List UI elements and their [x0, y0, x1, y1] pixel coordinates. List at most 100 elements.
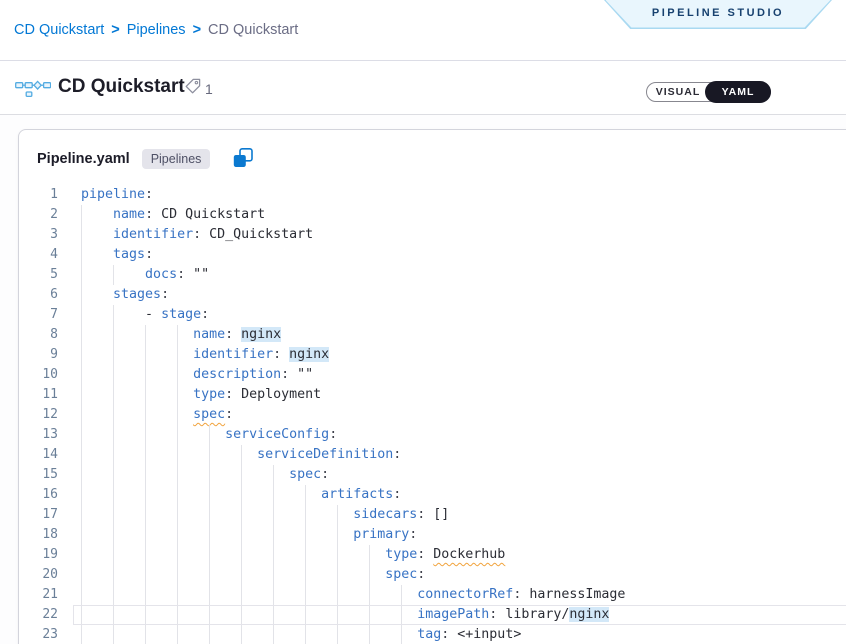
code-line-content[interactable]: identifier: CD_Quickstart	[81, 225, 846, 245]
yaml-token-hl: nginx	[241, 327, 281, 342]
code-line[interactable]: 20 spec:	[19, 565, 846, 585]
yaml-token-key: stage	[161, 307, 201, 322]
code-line-content[interactable]: sidecars: []	[81, 505, 846, 525]
breadcrumb-separator: >	[193, 22, 201, 38]
yaml-token-punc: :	[281, 367, 297, 382]
code-line-content[interactable]: spec:	[81, 565, 846, 585]
indent-spaces	[81, 247, 113, 262]
code-line[interactable]: 7 - stage:	[19, 305, 846, 325]
line-number: 7	[19, 305, 63, 325]
code-line-content[interactable]: description: ""	[81, 365, 846, 385]
code-line-content[interactable]: - stage:	[81, 305, 846, 325]
code-line-content[interactable]: tag: <+input>	[81, 625, 846, 644]
code-line-content[interactable]: tags:	[81, 245, 846, 265]
yaml-token-val: ""	[193, 267, 209, 282]
yaml-token-key: spec	[385, 567, 417, 582]
breadcrumb-item[interactable]: Pipelines	[127, 22, 186, 38]
indent-guide	[209, 625, 210, 644]
indent-guide	[113, 305, 114, 325]
yaml-token-punc: :	[417, 507, 433, 522]
breadcrumb-item: CD Quickstart	[208, 22, 298, 38]
indent-guide	[209, 505, 210, 525]
code-line[interactable]: 5 docs: ""	[19, 265, 846, 285]
code-line-content[interactable]: identifier: nginx	[81, 345, 846, 365]
code-line-content[interactable]: spec:	[81, 405, 846, 425]
yaml-token-punc: :	[417, 567, 425, 582]
indent-guide	[273, 565, 274, 585]
indent-spaces	[81, 587, 417, 602]
indent-guide	[273, 485, 274, 505]
code-line[interactable]: 15 spec:	[19, 465, 846, 485]
code-line-content[interactable]: artifacts:	[81, 485, 846, 505]
pipeline-graph-icon	[15, 76, 51, 105]
indent-guide	[241, 465, 242, 485]
indent-guide	[113, 365, 114, 385]
breadcrumb-item[interactable]: CD Quickstart	[14, 22, 104, 38]
code-line-content[interactable]: name: nginx	[81, 325, 846, 345]
yaml-token-key: artifacts	[321, 487, 393, 502]
indent-guide	[369, 605, 370, 625]
indent-guide	[81, 425, 82, 445]
code-line[interactable]: 4 tags:	[19, 245, 846, 265]
indent-guide	[273, 605, 274, 625]
indent-guide	[241, 625, 242, 644]
code-line[interactable]: 6 stages:	[19, 285, 846, 305]
indent-guide	[81, 565, 82, 585]
code-line-content[interactable]: pipeline:	[81, 185, 846, 205]
code-line[interactable]: 21 connectorRef: harnessImage	[19, 585, 846, 605]
code-line[interactable]: 11 type: Deployment	[19, 385, 846, 405]
indent-guide	[273, 465, 274, 485]
line-number: 2	[19, 205, 63, 225]
code-line-content[interactable]: serviceConfig:	[81, 425, 846, 445]
toggle-yaml-button[interactable]: YAML	[705, 81, 771, 103]
code-line-content[interactable]: docs: ""	[81, 265, 846, 285]
code-line-content[interactable]: imagePath: library/nginx	[81, 605, 846, 625]
copy-button[interactable]	[232, 147, 254, 172]
code-line-content[interactable]: serviceDefinition:	[81, 445, 846, 465]
code-line-content[interactable]: stages:	[81, 285, 846, 305]
indent-guide	[145, 425, 146, 445]
yaml-token-punc: :	[145, 187, 153, 202]
code-line[interactable]: 22 imagePath: library/nginx	[19, 605, 846, 625]
code-line[interactable]: 1pipeline:	[19, 185, 846, 205]
yaml-token-key: pipeline	[81, 187, 145, 202]
code-line-content[interactable]: spec:	[81, 465, 846, 485]
indent-guide	[337, 545, 338, 565]
visual-yaml-toggle[interactable]: VISUAL YAML	[646, 82, 771, 102]
code-line[interactable]: 19 type: Dockerhub	[19, 545, 846, 565]
pipeline-studio-badge: PIPELINE STUDIO	[604, 0, 832, 29]
line-number: 17	[19, 505, 63, 525]
code-line[interactable]: 2 name: CD Quickstart	[19, 205, 846, 225]
indent-spaces	[81, 627, 417, 642]
indent-guide	[145, 345, 146, 365]
code-line[interactable]: 12 spec:	[19, 405, 846, 425]
line-number: 6	[19, 285, 63, 305]
code-line-content[interactable]: primary:	[81, 525, 846, 545]
code-line[interactable]: 13 serviceConfig:	[19, 425, 846, 445]
code-line[interactable]: 9 identifier: nginx	[19, 345, 846, 365]
code-line[interactable]: 17 sidecars: []	[19, 505, 846, 525]
code-line[interactable]: 8 name: nginx	[19, 325, 846, 345]
code-line-content[interactable]: type: Deployment	[81, 385, 846, 405]
code-line[interactable]: 3 identifier: CD_Quickstart	[19, 225, 846, 245]
toggle-visual-button[interactable]: VISUAL	[647, 83, 709, 101]
indent-spaces	[81, 607, 417, 622]
code-line-content[interactable]: connectorRef: harnessImage	[81, 585, 846, 605]
code-line[interactable]: 16 artifacts:	[19, 485, 846, 505]
title-bar: CD Quickstart 1 VISUAL YAML	[0, 61, 846, 115]
indent-guide	[81, 225, 82, 245]
indent-guide	[241, 545, 242, 565]
code-line[interactable]: 18 primary:	[19, 525, 846, 545]
yaml-token-val: library/	[505, 607, 569, 622]
code-line-content[interactable]: type: Dockerhub	[81, 545, 846, 565]
indent-guide	[209, 465, 210, 485]
code-line[interactable]: 23 tag: <+input>	[19, 625, 846, 644]
code-line-content[interactable]: name: CD Quickstart	[81, 205, 846, 225]
code-line[interactable]: 10 description: ""	[19, 365, 846, 385]
code-line[interactable]: 14 serviceDefinition:	[19, 445, 846, 465]
indent-guide	[177, 425, 178, 445]
indent-guide	[81, 405, 82, 425]
yaml-token-punc: :	[201, 307, 209, 322]
yaml-code-editor[interactable]: 1pipeline:2 name: CD Quickstart3 identif…	[19, 176, 846, 644]
tags-indicator[interactable]: 1	[184, 77, 213, 100]
